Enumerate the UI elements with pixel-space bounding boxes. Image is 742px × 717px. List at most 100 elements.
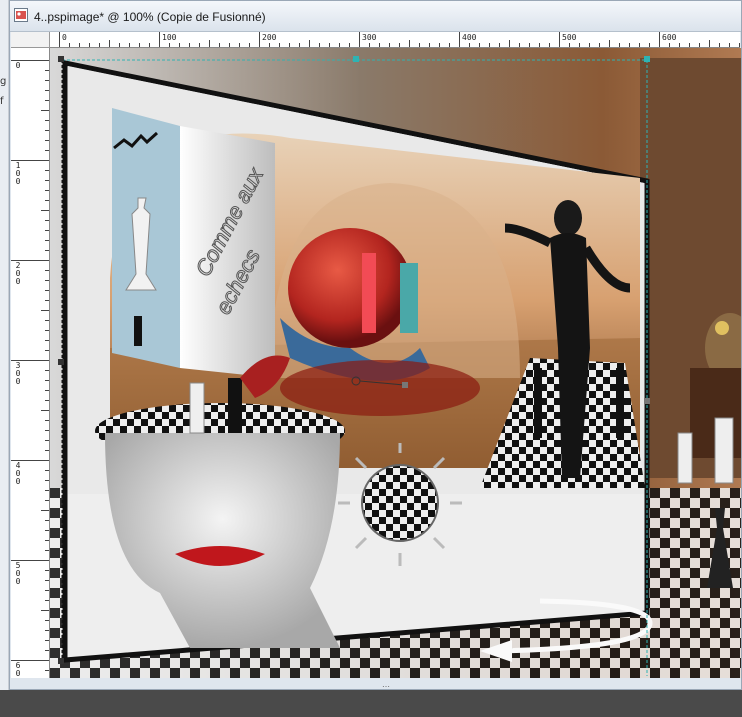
ruler-tick [45,640,49,641]
ruler-tick [519,43,520,47]
ruler-tick [199,43,200,47]
ruler-tick [179,43,180,47]
selection-handle[interactable] [353,56,359,62]
document-window[interactable]: 4..pspimage* @ 100% (Copie de Fusionné) … [9,0,742,691]
canvas-viewport[interactable]: Comme aux echecs [50,48,741,678]
ruler-tick [409,40,410,47]
ruler-tick [549,43,550,47]
red-apple [288,228,412,348]
ruler-tick [45,340,49,341]
ruler-tick [139,43,140,47]
ruler-tick [399,43,400,47]
ruler-tick [45,90,49,91]
ruler-top-label: 400 [462,33,477,42]
ruler-tick [599,43,600,47]
ruler-tick [219,43,220,47]
ruler-tick [45,370,49,371]
ruler-tick [79,43,80,47]
ruler-tick [45,580,49,581]
ruler-tick [45,520,49,521]
ruler-top-label: 500 [562,33,577,42]
pspimage-document-icon [14,8,28,22]
ruler-tick [559,32,560,47]
ruler-tick [45,250,49,251]
ruler-tick [269,43,270,47]
ruler-tick [45,320,49,321]
ruler-tick [509,40,510,47]
ruler-left-label: 3 0 0 [15,361,21,386]
artwork-canvas[interactable]: Comme aux echecs [50,48,741,678]
ruler-tick [45,230,49,231]
ruler-top-label: 600 [662,33,677,42]
ruler-left-label: 4 0 0 [15,461,21,486]
ruler-tick [299,43,300,47]
ruler-tick [589,43,590,47]
ruler-tick [499,43,500,47]
ruler-corner [11,32,50,48]
ruler-tick [45,440,49,441]
ruler-tick [45,470,49,471]
ruler-tick [45,380,49,381]
white-king-small [189,382,205,434]
ruler-tick [45,600,49,601]
selection-handle[interactable] [644,56,650,62]
vertical-ruler[interactable]: 0 1 0 0 2 0 0 3 0 0 4 0 0 5 0 0 6 0 0 [11,48,50,678]
ruler-tick [99,43,100,47]
selection-handle[interactable] [644,398,650,404]
small-black-pawn [134,316,142,346]
ruler-tick [45,150,49,151]
ruler-tick [669,43,670,47]
ruler-tick [45,100,49,101]
ruler-tick [649,43,650,47]
ruler-tick [709,40,710,47]
ruler-left-label: 1 0 0 [15,161,21,186]
ruler-left-label: 6 0 0 [15,661,21,679]
ruler-tick [45,620,49,621]
panel-letter: g [0,76,7,87]
ruler-tick [439,43,440,47]
document-title-bar[interactable]: 4..pspimage* @ 100% (Copie de Fusionné) [10,1,741,32]
ruler-tick [45,170,49,171]
black-pawn [534,368,542,438]
horizontal-ruler[interactable]: 0 100 200 300 400 500 600 [50,32,740,48]
ruler-tick [369,43,370,47]
ruler-tick [45,80,49,81]
ruler-tick [169,43,170,47]
ruler-tick [309,40,310,47]
text-panel [180,126,275,378]
white-king-right [714,417,734,484]
ruler-tick [329,43,330,47]
rotation-handle[interactable] [402,382,408,388]
ruler-tick [279,43,280,47]
ruler-tick [45,670,49,671]
white-pawn-right [677,432,693,484]
ruler-tick [45,330,49,331]
ruler-tick [45,650,49,651]
ruler-tick [699,43,700,47]
ruler-tick [359,32,360,47]
ruler-tick [45,300,49,301]
ruler-tick [429,43,430,47]
ruler-tick [109,40,110,47]
selection-handle[interactable] [58,359,64,365]
ruler-tick [639,43,640,47]
ruler-tick [45,490,49,491]
ruler-tick [149,43,150,47]
ruler-tick [45,120,49,121]
black-pawn [616,368,624,438]
ruler-tick [489,43,490,47]
selection-handle[interactable] [58,658,64,664]
ruler-tick [739,43,740,47]
woman-head [554,200,582,236]
ruler-tick [609,40,610,47]
selection-handle[interactable] [58,56,64,62]
ruler-tick [59,32,60,47]
ruler-left-label: 2 0 0 [15,261,21,286]
ruler-tick [729,43,730,47]
ruler-tick [469,43,470,47]
ruler-top-label: 100 [162,33,177,42]
ruler-tick [379,43,380,47]
ruler-tick [45,290,49,291]
panel-letter: f [0,96,4,107]
ruler-tick [289,43,290,47]
